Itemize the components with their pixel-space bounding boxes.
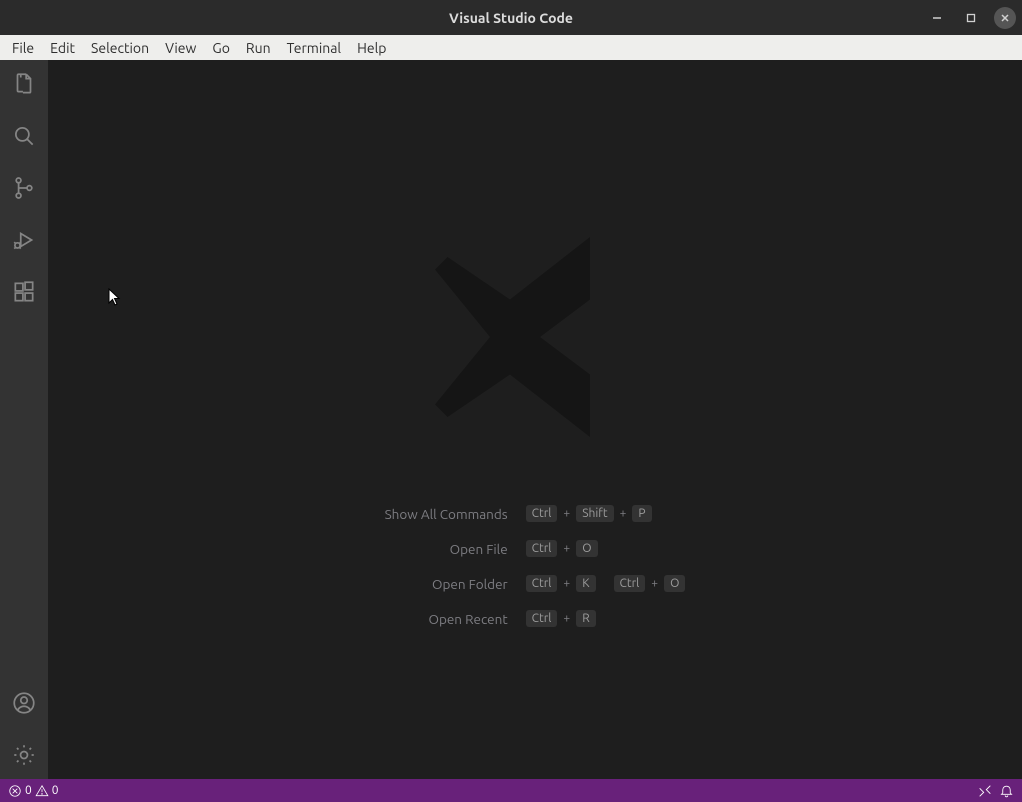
error-count: 0 <box>25 784 32 797</box>
titlebar: Visual Studio Code <box>0 0 1022 35</box>
vscode-logo-icon <box>410 212 660 462</box>
plus: + <box>563 542 570 555</box>
window-title: Visual Studio Code <box>449 10 573 26</box>
key-ctrl: Ctrl <box>526 575 558 592</box>
search-icon <box>11 123 37 149</box>
activity-bar <box>0 60 48 779</box>
warning-count: 0 <box>52 784 59 797</box>
plus: + <box>563 577 570 590</box>
key-o: O <box>576 540 597 557</box>
error-icon <box>8 784 22 798</box>
menu-file[interactable]: File <box>4 37 42 59</box>
minimize-icon <box>932 13 942 23</box>
mouse-cursor <box>108 288 124 308</box>
shortcut-label-open-recent: Open Recent <box>385 611 508 627</box>
status-bar: 0 0 <box>0 779 1022 802</box>
menu-terminal[interactable]: Terminal <box>279 37 350 59</box>
plus: + <box>563 612 570 625</box>
key-p: P <box>632 505 651 522</box>
activity-source-control[interactable] <box>0 172 48 204</box>
maximize-icon <box>966 13 976 23</box>
key-r: R <box>576 610 596 627</box>
activity-run-debug[interactable] <box>0 224 48 256</box>
gear-icon <box>11 742 37 768</box>
editor-area: Show All Commands Ctrl + Shift + P Open … <box>48 60 1022 779</box>
plus: + <box>651 577 658 590</box>
shortcut-keys-open-recent: Ctrl + R <box>526 610 686 627</box>
window-controls <box>926 0 1016 35</box>
activity-explorer[interactable] <box>0 68 48 100</box>
menu-view[interactable]: View <box>157 37 204 59</box>
status-right <box>977 783 1014 799</box>
key-k: K <box>576 575 595 592</box>
plus: + <box>563 507 570 520</box>
bell-icon <box>999 783 1014 798</box>
menu-edit[interactable]: Edit <box>42 37 83 59</box>
menu-selection[interactable]: Selection <box>83 37 157 59</box>
close-button[interactable] <box>994 7 1016 29</box>
status-notifications[interactable] <box>999 783 1014 798</box>
key-ctrl: Ctrl <box>614 575 646 592</box>
menu-help[interactable]: Help <box>349 37 394 59</box>
shortcut-keys-show-all: Ctrl + Shift + P <box>526 505 686 522</box>
shortcut-keys-open-folder: Ctrl + K Ctrl + O <box>526 575 686 592</box>
activity-search[interactable] <box>0 120 48 152</box>
menubar: File Edit Selection View Go Run Terminal… <box>0 35 1022 60</box>
menu-run[interactable]: Run <box>238 37 279 59</box>
shortcut-list: Show All Commands Ctrl + Shift + P Open … <box>385 505 686 627</box>
maximize-button[interactable] <box>960 7 982 29</box>
status-left: 0 0 <box>8 784 59 798</box>
activity-manage[interactable] <box>0 739 48 771</box>
status-remote[interactable] <box>977 783 993 799</box>
activity-accounts[interactable] <box>0 687 48 719</box>
shortcut-label-open-file: Open File <box>385 541 508 557</box>
key-ctrl: Ctrl <box>526 505 558 522</box>
warning-icon <box>35 784 49 798</box>
source-control-icon <box>11 175 37 201</box>
account-icon <box>11 690 37 716</box>
main-area: Show All Commands Ctrl + Shift + P Open … <box>0 60 1022 779</box>
remote-icon <box>977 783 993 799</box>
vscode-logo <box>410 212 660 465</box>
key-o: O <box>664 575 685 592</box>
status-problems[interactable]: 0 0 <box>8 784 59 798</box>
files-icon <box>11 71 37 97</box>
key-ctrl: Ctrl <box>526 610 558 627</box>
shortcut-label-open-folder: Open Folder <box>385 576 508 592</box>
extensions-icon <box>11 279 37 305</box>
key-shift: Shift <box>576 505 613 522</box>
minimize-button[interactable] <box>926 7 948 29</box>
plus: + <box>620 507 627 520</box>
shortcut-keys-open-file: Ctrl + O <box>526 540 686 557</box>
key-ctrl: Ctrl <box>526 540 558 557</box>
close-icon <box>1000 13 1010 23</box>
activity-extensions[interactable] <box>0 276 48 308</box>
menu-go[interactable]: Go <box>204 37 237 59</box>
run-debug-icon <box>11 227 37 253</box>
shortcut-label-show-all: Show All Commands <box>385 506 508 522</box>
